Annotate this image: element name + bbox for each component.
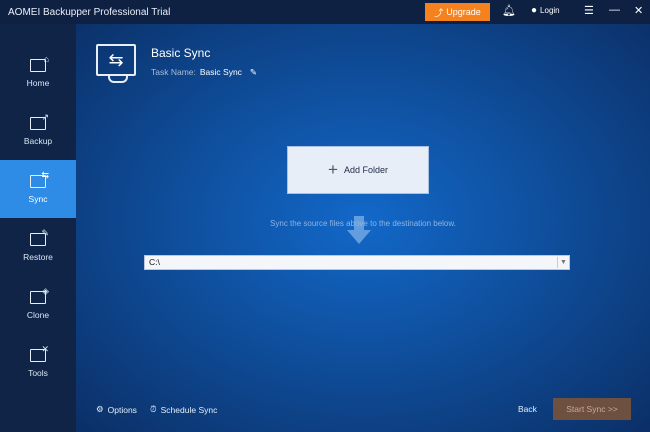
login-label: Login xyxy=(540,6,560,15)
sidebar-item-home[interactable]: ⌂ Home xyxy=(0,44,76,102)
close-icon[interactable]: ✕ xyxy=(634,4,643,17)
options-button[interactable]: ⚙ Options xyxy=(96,404,137,415)
task-name-label: Task Name: xyxy=(151,67,196,77)
upgrade-icon: ⤴ xyxy=(434,7,444,18)
chevron-down-icon[interactable]: ▼ xyxy=(557,257,569,268)
menu-icon[interactable]: ☰ xyxy=(584,4,594,17)
edit-pencil-icon[interactable]: ✎ xyxy=(250,67,257,77)
sidebar-item-label: Sync xyxy=(28,193,48,204)
gear-icon: ⚙ xyxy=(96,404,104,414)
sidebar-item-backup[interactable]: ↗ Backup xyxy=(0,102,76,160)
options-label: Options xyxy=(107,404,137,415)
schedule-sync-label: Schedule Sync xyxy=(160,404,218,415)
user-icon: ● xyxy=(531,5,538,16)
back-button[interactable]: Back xyxy=(518,404,537,414)
task-name-row: Task Name: Basic Sync ✎ xyxy=(151,67,257,78)
alarm-clock-icon: ⏰︎ xyxy=(150,404,157,414)
sidebar-item-tools[interactable]: ✕ Tools xyxy=(0,334,76,392)
sidebar-item-label: Backup xyxy=(23,135,53,146)
login-button[interactable]: ● Login xyxy=(531,5,560,16)
bell-icon[interactable]: 🔔︎ xyxy=(502,4,516,17)
destination-path-value: C:\ xyxy=(149,257,160,267)
sync-icon: ⇆ xyxy=(30,170,49,188)
clone-icon: ◈ xyxy=(30,286,49,304)
minimize-icon[interactable]: — xyxy=(609,4,620,16)
task-name-value: Basic Sync xyxy=(199,67,242,77)
upgrade-label: Upgrade xyxy=(446,7,481,17)
sidebar-item-label: Home xyxy=(26,77,50,88)
backup-icon: ↗ xyxy=(30,112,49,130)
sidebar: ⌂ Home ↗ Backup ⇆ Sync ✎ Restore ◈ Clone ✕ Too… xyxy=(0,24,76,432)
home-icon: ⌂ xyxy=(30,54,49,72)
sidebar-item-sync[interactable]: ⇆ Sync xyxy=(0,160,76,218)
sync-monitor-icon: ⇆ xyxy=(96,44,136,83)
sidebar-item-clone[interactable]: ◈ Clone xyxy=(0,276,76,334)
add-folder-label: Add Folder xyxy=(343,165,388,175)
add-folder-button[interactable]: + Add Folder xyxy=(287,146,429,194)
destination-path-combobox[interactable]: C:\ ▼ xyxy=(144,255,570,270)
title-bar: AOMEI Backupper Professional Trial ⤴ Upgr… xyxy=(0,0,650,24)
sidebar-item-restore[interactable]: ✎ Restore xyxy=(0,218,76,276)
sidebar-item-label: Clone xyxy=(26,309,50,320)
sidebar-item-label: Restore xyxy=(23,251,53,262)
tools-icon: ✕ xyxy=(30,344,49,362)
schedule-sync-button[interactable]: ⏰︎ Schedule Sync xyxy=(150,404,217,415)
window-title: AOMEI Backupper Professional Trial xyxy=(8,6,171,18)
plus-icon: + xyxy=(328,160,338,179)
page-title: Basic Sync xyxy=(151,46,211,60)
restore-icon: ✎ xyxy=(30,228,49,246)
upgrade-button[interactable]: ⤴ Upgrade xyxy=(425,3,490,21)
sync-hint-text: Sync the source files above to the desti… xyxy=(270,219,456,228)
start-sync-button[interactable]: Start Sync >> xyxy=(553,398,631,420)
sidebar-item-label: Tools xyxy=(28,367,48,378)
main-panel: ⇆ Basic Sync Task Name: Basic Sync ✎ + Add … xyxy=(76,24,650,432)
